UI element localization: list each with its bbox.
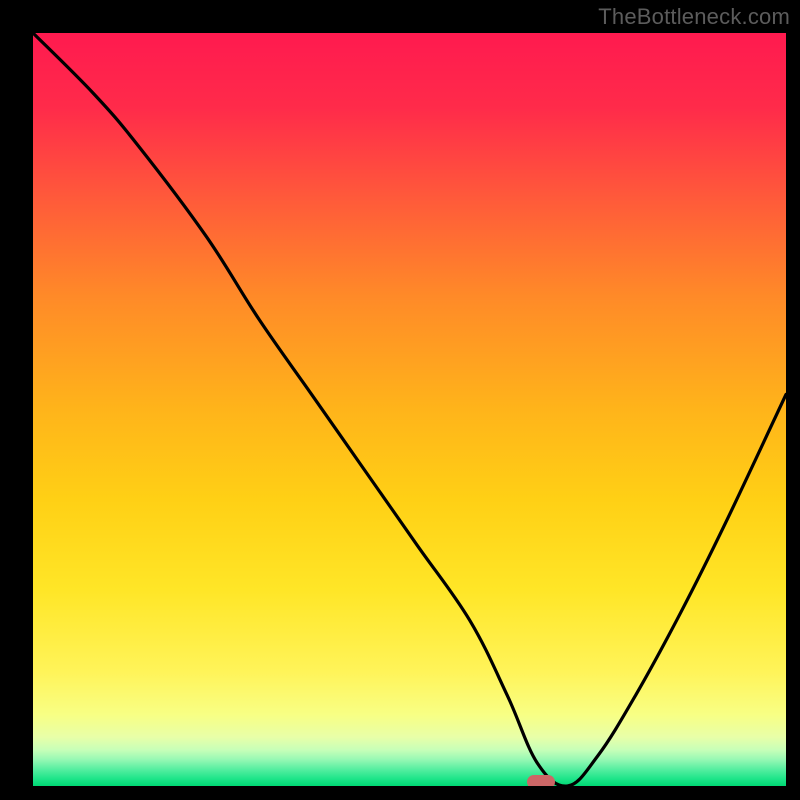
- watermark-text: TheBottleneck.com: [598, 4, 790, 30]
- gradient-background: [33, 33, 786, 786]
- optimal-point-marker: [527, 775, 555, 786]
- chart-frame: TheBottleneck.com: [0, 0, 800, 800]
- plot-svg: [33, 33, 786, 786]
- plot-area: [33, 33, 786, 786]
